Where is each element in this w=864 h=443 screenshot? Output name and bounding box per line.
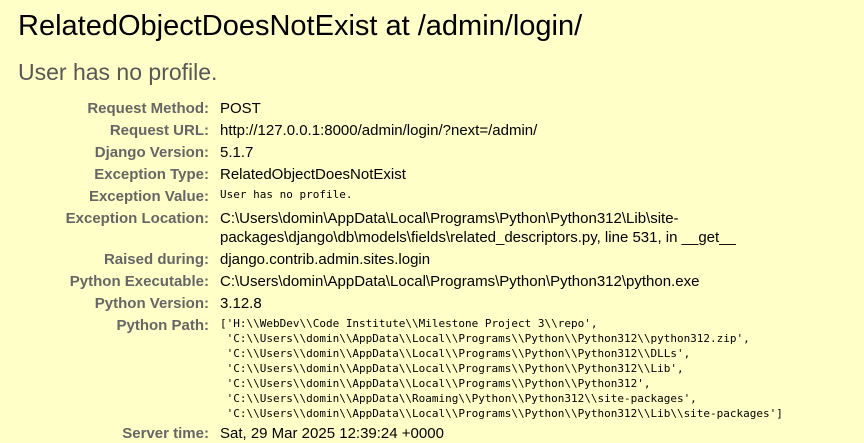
row-raised-during: Raised during: django.contrib.admin.site… xyxy=(18,249,846,271)
row-request-url: Request URL: http://127.0.0.1:8000/admin… xyxy=(18,120,846,142)
row-server-time: Server time: Sat, 29 Mar 2025 12:39:24 +… xyxy=(18,423,846,443)
label-django-version: Django Version: xyxy=(94,144,209,161)
value-python-executable: C:\Users\domin\AppData\Local\Programs\Py… xyxy=(219,273,700,290)
value-raised-during: django.contrib.admin.sites.login xyxy=(219,251,431,268)
row-exception-value: Exception Value: User has no profile. xyxy=(18,186,846,208)
label-request-method: Request Method: xyxy=(87,100,209,117)
value-request-method: POST xyxy=(219,100,261,117)
row-python-path: Python Path: ['H:\\WebDev\\Code Institut… xyxy=(18,315,846,423)
request-meta-table: Request Method: POST Request URL: http:/… xyxy=(18,98,846,443)
value-python-version: 3.12.8 xyxy=(219,295,262,312)
exception-summary: User has no profile. xyxy=(18,59,218,85)
label-python-path: Python Path: xyxy=(116,317,209,334)
row-exception-location: Exception Location: C:\Users\domin\AppDa… xyxy=(18,208,846,249)
label-exception-type: Exception Type: xyxy=(94,166,209,183)
page-title: RelatedObjectDoesNotExist at /admin/logi… xyxy=(18,10,583,42)
label-python-version: Python Version: xyxy=(94,295,209,312)
value-python-path: ['H:\\WebDev\\Code Institute\\Milestone … xyxy=(219,317,783,420)
row-request-method: Request Method: POST xyxy=(18,98,846,120)
label-python-executable: Python Executable: xyxy=(69,273,209,290)
value-exception-type: RelatedObjectDoesNotExist xyxy=(219,166,406,183)
row-python-executable: Python Executable: C:\Users\domin\AppDat… xyxy=(18,271,846,293)
value-server-time: Sat, 29 Mar 2025 12:39:24 +0000 xyxy=(219,425,444,442)
label-raised-during: Raised during: xyxy=(103,251,209,268)
django-error-page: RelatedObjectDoesNotExist at /admin/logi… xyxy=(0,0,864,443)
value-exception-value: User has no profile. xyxy=(219,188,353,201)
value-request-url: http://127.0.0.1:8000/admin/login/?next=… xyxy=(219,122,538,139)
value-exception-location: C:\Users\domin\AppData\Local\Programs\Py… xyxy=(220,208,846,249)
label-request-url: Request URL: xyxy=(109,122,209,139)
row-exception-type: Exception Type: RelatedObjectDoesNotExis… xyxy=(18,164,846,186)
label-exception-value: Exception Value: xyxy=(88,188,209,205)
value-django-version: 5.1.7 xyxy=(219,144,254,161)
row-django-version: Django Version: 5.1.7 xyxy=(18,142,846,164)
row-python-version: Python Version: 3.12.8 xyxy=(18,293,846,315)
exception-location-path: C:\Users\domin\AppData\Local\Programs\Py… xyxy=(219,210,736,246)
label-server-time: Server time: xyxy=(122,425,209,442)
label-exception-location: Exception Location: xyxy=(65,210,209,227)
